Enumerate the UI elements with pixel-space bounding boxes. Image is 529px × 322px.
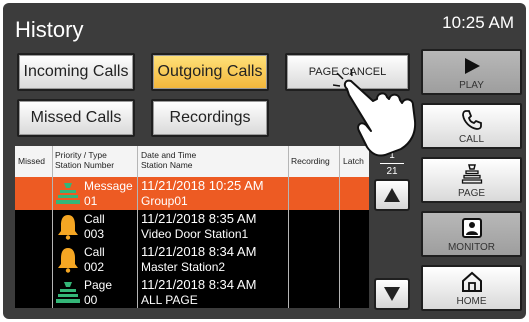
scroll-up-button[interactable] [374, 179, 410, 211]
page-divider [380, 163, 404, 164]
row-datetime: 11/21/2018 8:34 AM [141, 277, 257, 292]
page-speaker-icon [461, 164, 483, 184]
page-label: PAGE [457, 188, 486, 199]
pointing-hand-icon [333, 69, 417, 157]
monitor-label: MONITOR [447, 242, 496, 253]
bell-icon [58, 248, 78, 273]
monitor-icon [462, 218, 482, 238]
incoming-calls-tab[interactable]: Incoming Calls [17, 53, 135, 91]
call-button[interactable]: CALL [421, 103, 522, 149]
home-icon [462, 271, 482, 292]
home-button[interactable]: HOME [421, 265, 522, 311]
row-number: 01 [84, 194, 98, 208]
arrow-up-icon [384, 188, 400, 202]
page-title: History [15, 17, 84, 42]
outgoing-calls-tab[interactable]: Outgoing Calls [151, 53, 269, 91]
recordings-tab[interactable]: Recordings [151, 99, 269, 137]
row-type: Call [84, 212, 105, 226]
column-divider [288, 146, 289, 308]
page-speaker-icon [56, 282, 80, 303]
side-menu: PLAY CALL PAGE MONITOR HOME [417, 45, 526, 319]
clock: 10:25 AM [442, 13, 514, 32]
play-icon [465, 58, 480, 74]
table-row[interactable]: Call 002 11/21/2018 8:34 AM Master Stati… [15, 243, 369, 276]
table-header: Missed Priority / Type Station Number Da… [15, 146, 369, 177]
play-label: PLAY [459, 80, 484, 91]
row-type: Page [84, 278, 113, 292]
row-datetime: 11/21/2018 8:35 AM [141, 211, 257, 226]
row-type: Call [84, 245, 105, 259]
row-number: 002 [84, 260, 105, 274]
col-datetime: Date and Time Station Name [141, 150, 196, 170]
bell-icon [58, 215, 78, 240]
pagination: 1 21 [371, 146, 413, 310]
row-datetime: 11/21/2018 10:25 AM [141, 178, 264, 193]
row-station-name: Video Door Station1 [141, 227, 249, 241]
table-row[interactable]: Page 00 11/21/2018 8:34 AM ALL PAGE [15, 276, 369, 309]
page-total: 21 [386, 166, 398, 177]
arrow-down-icon [384, 287, 400, 301]
table-row[interactable]: Call 003 11/21/2018 8:35 AM Video Door S… [15, 210, 369, 243]
call-label: CALL [458, 134, 484, 145]
col-missed: Missed [18, 156, 45, 166]
missed-calls-tab[interactable]: Missed Calls [17, 99, 135, 137]
col-priority: Priority / Type Station Number [55, 150, 114, 170]
row-datetime: 11/21/2018 8:34 AM [141, 244, 257, 259]
table-row[interactable]: Message 01 11/21/2018 10:25 AM Group01 [15, 177, 369, 210]
row-station-name: Master Station2 [141, 260, 226, 274]
column-divider [137, 146, 138, 308]
row-station-name: ALL PAGE [141, 293, 198, 307]
scroll-down-button[interactable] [374, 278, 410, 310]
col-priority-l1: Priority / Type [55, 150, 107, 160]
page-speaker-icon [56, 183, 80, 204]
page-button[interactable]: PAGE [421, 157, 522, 203]
row-station-name: Group01 [141, 194, 188, 208]
row-number: 00 [84, 293, 98, 307]
col-recording: Recording [291, 156, 330, 166]
monitor-button[interactable]: MONITOR [421, 211, 522, 257]
history-screen: History 10:25 AM Incoming Calls Outgoing… [3, 3, 526, 319]
column-divider [339, 146, 340, 308]
column-divider [52, 146, 53, 308]
row-type: Message [84, 179, 133, 193]
history-table: Missed Priority / Type Station Number Da… [15, 146, 369, 308]
col-datetime-l1: Date and Time [141, 150, 197, 160]
phone-icon [462, 110, 482, 130]
row-number: 003 [84, 227, 105, 241]
col-priority-l2: Station Number [55, 160, 115, 170]
home-label: HOME [456, 296, 487, 307]
play-button[interactable]: PLAY [421, 49, 522, 95]
col-datetime-l2: Station Name [141, 160, 193, 170]
